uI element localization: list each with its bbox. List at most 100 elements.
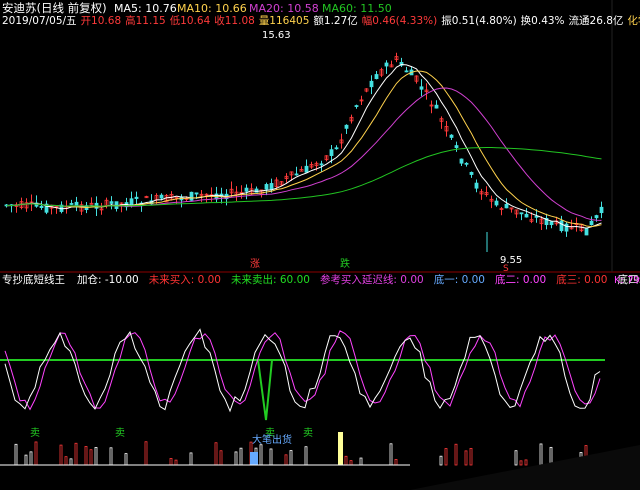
k-value-label: K: 79 xyxy=(614,275,640,286)
indicator-bar xyxy=(464,450,468,466)
candle-body xyxy=(419,86,424,90)
quote-bar: 2019/07/05/五 开10.68 高11.15 低10.64 收11.08… xyxy=(2,15,640,28)
candle-body xyxy=(294,173,299,176)
indicator-bar xyxy=(29,451,33,466)
candle-body xyxy=(494,200,499,206)
candle-body xyxy=(559,220,564,232)
candle-body xyxy=(109,201,114,204)
candle-body xyxy=(334,147,339,150)
candle-body xyxy=(159,194,164,199)
candle-body xyxy=(69,203,74,205)
fall-tag: 跌 xyxy=(340,259,350,270)
candle-body xyxy=(194,192,199,195)
indicator-bar xyxy=(519,460,523,466)
indicator-bar xyxy=(24,454,28,466)
candle-body xyxy=(319,163,324,166)
indicator-bar xyxy=(259,444,263,466)
stock-title: 安迪苏(日线 前复权) xyxy=(2,1,107,15)
candle-body xyxy=(74,201,79,207)
indicator-value-2: 未来卖出: 60.00 xyxy=(231,274,310,286)
indicator-bar xyxy=(144,441,148,466)
indicator-value-5: 底二: 0.00 xyxy=(494,274,547,286)
candle-body xyxy=(329,149,334,156)
indicator-bar xyxy=(169,458,173,466)
indicator-bar xyxy=(84,446,88,466)
indicator-bar xyxy=(469,447,473,466)
indicator-value-6: 底三: 0.00 xyxy=(556,274,608,286)
signal-dip xyxy=(257,359,273,421)
indicator-bar xyxy=(389,443,393,466)
candle-body xyxy=(354,105,359,107)
candle-body xyxy=(114,201,119,209)
d-line xyxy=(4,330,601,411)
candle-body xyxy=(404,70,409,73)
indicator-bar xyxy=(239,447,243,466)
ma10-label: MA10: 10.66 xyxy=(177,2,247,15)
quote-float-cap: 流通26.8亿 xyxy=(568,15,624,27)
candle-body xyxy=(134,196,139,199)
kline-chart-canvas[interactable] xyxy=(0,0,640,490)
candle-body xyxy=(589,220,594,226)
quote-date: 2019/07/05/五 xyxy=(2,15,77,27)
candle-body xyxy=(469,171,474,175)
indicator-bar xyxy=(394,459,398,466)
candle-body xyxy=(344,124,349,129)
high-price-label: 15.63 xyxy=(262,30,291,41)
candle-body xyxy=(129,198,134,206)
candle-body xyxy=(519,212,524,215)
candle-body xyxy=(474,182,479,189)
indicator-name[interactable]: 专抄底短线王 xyxy=(2,274,65,287)
sell-mark: 卖 xyxy=(303,428,313,439)
candle-body xyxy=(369,80,374,88)
indicator-bar xyxy=(514,450,518,466)
big-sell-bar xyxy=(250,452,258,465)
quote-amount: 额1.27亿 xyxy=(313,15,358,27)
indicator-bar xyxy=(174,459,178,466)
candle-body xyxy=(449,134,454,138)
indicator-bar xyxy=(269,448,273,466)
indicator-value-0: 加仓: -10.00 xyxy=(77,274,139,286)
candle-body xyxy=(384,62,389,67)
candle-body xyxy=(189,191,194,201)
quote-change: 幅0.46(4.33%) xyxy=(361,15,438,27)
ma20-label: MA20: 10.58 xyxy=(249,2,319,15)
indicator-bar xyxy=(454,443,458,466)
candle-body xyxy=(584,227,589,236)
candle-body xyxy=(374,74,379,80)
fade-area xyxy=(410,445,640,490)
indicator-bar xyxy=(89,449,93,466)
indicator-bar xyxy=(219,450,223,466)
indicator-bar xyxy=(349,460,353,466)
indicator-bar xyxy=(344,455,348,466)
indicator-bar xyxy=(74,442,78,466)
candle-body xyxy=(459,158,464,164)
indicator-title-bar: 专抄底短线王 加仓: -10.00 未来买入: 0.00 未来卖出: 60.00 参考… xyxy=(2,274,640,287)
indicator-bar xyxy=(109,447,113,466)
quote-low: 低10.64 xyxy=(169,15,211,27)
indicator-bar xyxy=(444,448,448,466)
candle-body xyxy=(39,205,44,209)
indicator-bar xyxy=(64,456,68,466)
indicator-bar xyxy=(524,459,528,466)
quote-open: 开10.68 xyxy=(80,15,122,27)
big-sell-label: 大笔出货 xyxy=(252,435,292,446)
ma60-label: MA60: 11.50 xyxy=(322,2,392,15)
candle-body xyxy=(304,165,309,173)
indicator-bar xyxy=(94,447,98,466)
indicator-value-4: 底一: 0.00 xyxy=(433,274,485,286)
quote-volume: 量116405 xyxy=(258,15,310,27)
indicator-bar xyxy=(14,443,18,466)
candle-body xyxy=(244,187,249,192)
candle-body xyxy=(524,213,529,218)
candle-body xyxy=(564,223,569,232)
indicator-bar xyxy=(69,458,73,466)
ma5-label: MA5: 10.76 xyxy=(114,2,177,15)
candle-body xyxy=(454,145,459,148)
indicator-bar xyxy=(189,452,193,466)
indicator-bar xyxy=(359,457,363,466)
indicator-bar xyxy=(124,453,128,466)
quote-amplitude: 振0.51(4.80%) xyxy=(441,15,517,27)
ma20-line xyxy=(6,87,602,221)
quote-high: 高11.15 xyxy=(125,15,166,27)
indicator-bar xyxy=(284,454,288,466)
